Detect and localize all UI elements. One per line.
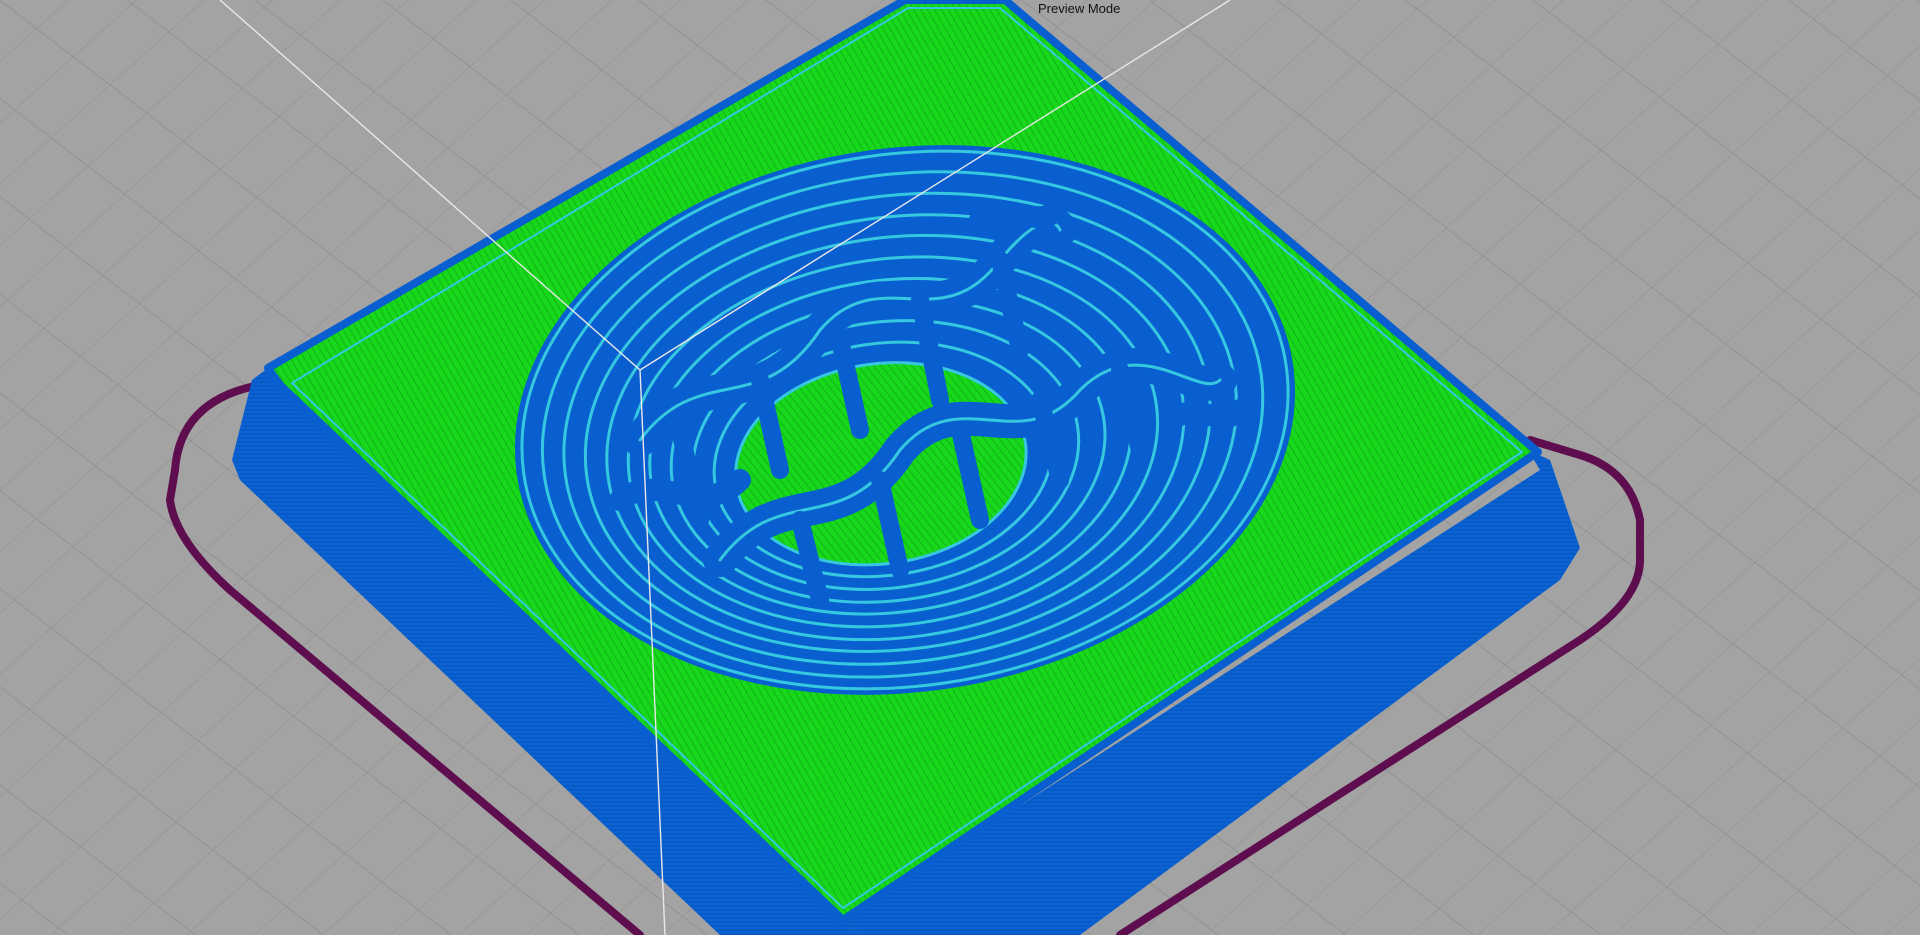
scene-canvas[interactable] bbox=[0, 0, 1920, 935]
3d-preview-viewport[interactable]: Preview Mode bbox=[0, 0, 1920, 935]
preview-mode-label: Preview Mode bbox=[1038, 1, 1121, 16]
